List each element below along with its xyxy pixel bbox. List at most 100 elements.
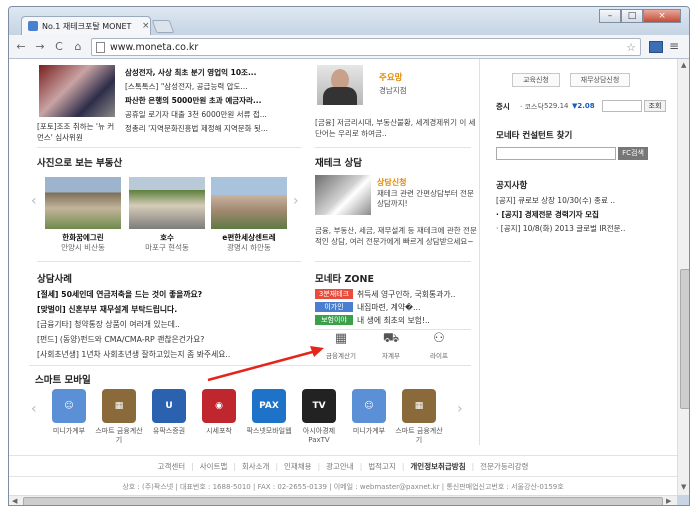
tech-photo[interactable]: [315, 175, 371, 215]
forward-icon[interactable]: →: [34, 40, 46, 53]
scroll-up-icon[interactable]: ▲: [681, 61, 686, 69]
tech-tag[interactable]: 상담신청: [377, 177, 406, 188]
footer-link[interactable]: 광고안내: [326, 461, 354, 472]
gallery-sub: 안양시 비산동: [61, 243, 105, 252]
minimize-button[interactable]: –: [599, 9, 621, 23]
news-link[interactable]: 공휴일 로기자 대출 3천 6000만원 서류 접...: [125, 109, 267, 120]
news-link[interactable]: 삼성전자, 사상 최초 분기 영업익 10조...: [125, 67, 257, 78]
browser-tab[interactable]: No.1 재테크포탈 MONET ×: [21, 16, 151, 35]
footer-link[interactable]: 사이트맵: [200, 461, 228, 472]
car-icon: ⛟: [382, 331, 400, 346]
expert-role: 경남지점: [379, 86, 407, 95]
reload-icon[interactable]: C: [53, 40, 65, 53]
news-caption[interactable]: [포토]조조 취하는 '뉴 커먼스' 심사위원: [37, 121, 121, 143]
extension-icon[interactable]: [649, 41, 663, 53]
expert-desc[interactable]: [금융] 저금리시대, 부동산불황, 세계경제위기 이 세단어는 우리로 하여금…: [315, 117, 477, 139]
gallery-caption[interactable]: e편한세상센트레 광명시 하안동: [204, 233, 294, 253]
notice-link[interactable]: · [공지] 10/8(화) 2013 글로벌 IR전문..: [496, 223, 676, 234]
edu-apply-button[interactable]: 교육신청: [512, 73, 560, 87]
favicon-icon: [28, 21, 38, 31]
app-item[interactable]: ☺ 미니가계부: [343, 389, 395, 436]
gallery-prev-icon[interactable]: ‹: [31, 193, 37, 209]
new-tab-button[interactable]: [151, 20, 175, 33]
notice-link[interactable]: [공지] 큐로보 상장 10/30(수) 종료 ..: [496, 195, 676, 206]
consult-link[interactable]: [금융기타] 청약통장 상품이 여러개 있는데..: [37, 319, 180, 330]
app-icon: ▦: [402, 389, 436, 423]
zone-badge[interactable]: 이가인: [315, 302, 353, 312]
gallery-name: 호수: [160, 233, 174, 242]
app-item[interactable]: ▦ 스마트 금융계산기: [393, 389, 445, 445]
back-icon[interactable]: ←: [15, 40, 27, 53]
gallery-photo[interactable]: [45, 177, 121, 229]
vertical-scroll-thumb[interactable]: [680, 269, 689, 409]
bookmark-star-icon[interactable]: ☆: [626, 41, 636, 54]
app-item[interactable]: ☺ 미니가계부: [43, 389, 95, 436]
footer-link[interactable]: 법적고지: [368, 461, 396, 472]
market-index-value: 529.14: [544, 102, 569, 110]
page-content: [포토]조조 취하는 '뉴 커먼스' 심사위원 삼성전자, 사상 최초 분기 영…: [9, 59, 677, 495]
app-item[interactable]: U 유팍스증권: [143, 389, 195, 436]
consult-link[interactable]: [맞벌이] 신혼부부 재무설계 부탁드립니다.: [37, 304, 177, 315]
expert-body: [323, 87, 357, 105]
calculator-icon: ▦: [334, 331, 348, 346]
footer-link[interactable]: 인재채용: [284, 461, 312, 472]
consultant-search-input[interactable]: [496, 147, 616, 160]
app-item[interactable]: ◉ 시세포착: [193, 389, 245, 436]
tab-close-icon[interactable]: ×: [142, 21, 150, 31]
horizontal-scrollbar[interactable]: ◀ ▶: [9, 495, 677, 505]
news-link[interactable]: [스톡톡스] "삼성전자, 공급능력 압도...: [125, 81, 248, 92]
consult-apply-button[interactable]: 재무상담신청: [570, 73, 630, 87]
consult-link[interactable]: [사회초년생] 1년차 사회초년생 잘하고있는지 좀 봐주세요..: [37, 349, 230, 360]
gallery-next-icon[interactable]: ›: [293, 193, 299, 209]
zone-link[interactable]: 내 생에 최초의 보험!..: [357, 315, 430, 326]
footer-link[interactable]: 전문가등리강령: [480, 461, 528, 472]
consult-link[interactable]: [펀드] (동양)펀드와 CMA/CMA-RP 괜찮은건가요?: [37, 334, 204, 345]
gallery-caption[interactable]: 한화꿈에그린 안양시 비산동: [38, 233, 128, 253]
stock-search-button[interactable]: 조회: [644, 100, 666, 112]
maximize-button[interactable]: □: [621, 9, 643, 23]
footer-link[interactable]: 개인정보취급방침: [410, 461, 465, 472]
tool-life[interactable]: ⚇ 라이프: [417, 331, 461, 360]
app-item[interactable]: ▦ 스마트 금융계산기: [93, 389, 145, 445]
address-bar[interactable]: www.moneta.co.kr ☆: [91, 38, 641, 56]
expert-name[interactable]: 주요망: [379, 71, 402, 83]
expert-photo[interactable]: [317, 65, 363, 105]
app-icon: ☺: [352, 389, 386, 423]
news-link[interactable]: 정총리 '지역문화진흥법 제정해 지역문화 됫...: [125, 123, 268, 134]
gallery-photo[interactable]: [129, 177, 205, 229]
news-photo[interactable]: [39, 65, 115, 117]
gallery-caption[interactable]: 호수 마포구 현석동: [122, 233, 212, 253]
close-window-button[interactable]: ×: [643, 9, 681, 23]
vertical-scrollbar[interactable]: ▲ ▼: [677, 59, 689, 495]
tech-title: 재테크 상담: [315, 158, 363, 169]
fc-search-button[interactable]: FC검색: [618, 147, 648, 160]
home-icon[interactable]: ⌂: [72, 40, 84, 53]
notice-title: 공지사항: [496, 181, 528, 191]
tool-calculator[interactable]: ▦ 금융계산기: [319, 331, 363, 360]
app-item[interactable]: TV 아시아경제 PaxTV: [293, 389, 345, 445]
horizontal-scroll-thumb[interactable]: [23, 497, 663, 505]
app-item[interactable]: PAX 팍스넷모바일웹: [243, 389, 295, 436]
menu-icon[interactable]: ≡: [669, 39, 679, 53]
scroll-left-icon[interactable]: ◀: [12, 497, 17, 505]
footer-link[interactable]: 회사소개: [242, 461, 270, 472]
scroll-down-icon[interactable]: ▼: [681, 483, 686, 491]
gallery-photo[interactable]: [211, 177, 287, 229]
tool-label: 금융계산기: [326, 352, 356, 360]
zone-badge[interactable]: 보험이야기: [315, 315, 353, 334]
zone-link[interactable]: 내집마련, 계약�...: [357, 302, 420, 313]
zone-badge[interactable]: 3분재테크: [315, 289, 353, 299]
footer-link[interactable]: 고객센터: [158, 461, 186, 472]
mobile-prev-icon[interactable]: ‹: [31, 401, 37, 417]
app-label: 팍스넷모바일웹: [246, 427, 292, 435]
mobile-next-icon[interactable]: ›: [457, 401, 463, 417]
zone-link[interactable]: 취득세 영구인하, 국회통과가..: [357, 289, 455, 300]
news-link[interactable]: 파산한 은행의 5000만원 초과 예금자라...: [125, 95, 261, 106]
stock-search-input[interactable]: [602, 100, 642, 112]
consult-link[interactable]: [절세] 50세인데 연금저축을 드는 것이 좋을까요?: [37, 289, 202, 300]
scroll-right-icon[interactable]: ▶: [666, 497, 671, 505]
gallery-name: e편한세상센트레: [222, 233, 276, 242]
notice-link[interactable]: · [공지] 경제전문 경력기자 모집: [496, 209, 676, 220]
tool-car[interactable]: ⛟ 자계부: [369, 331, 413, 360]
app-label: 스마트 금융계산기: [95, 427, 143, 444]
